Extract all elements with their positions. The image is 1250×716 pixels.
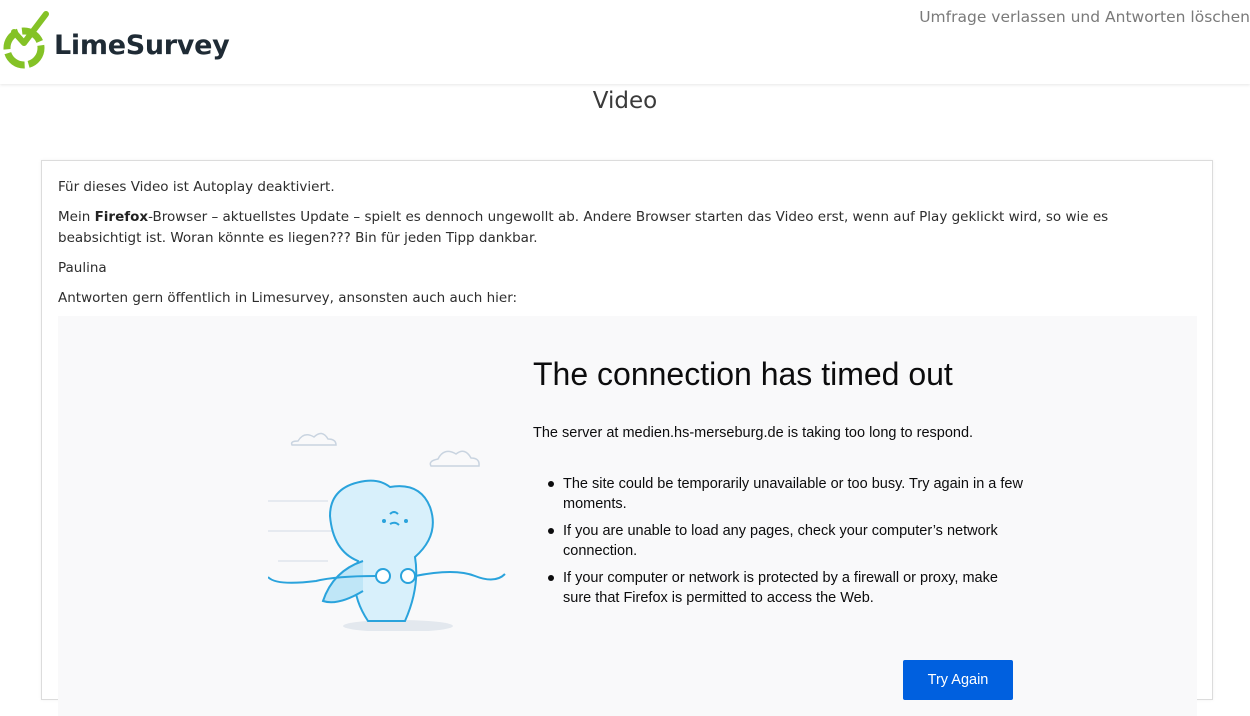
question-line-firefox-prefix: Mein [58, 209, 95, 225]
group-title: Video [592, 88, 658, 114]
question-container: Für dieses Video ist Autoplay deaktivier… [41, 160, 1213, 716]
firefox-bold: Firefox [94, 209, 149, 225]
limesurvey-logo[interactable]: LimeSurvey [2, 10, 230, 72]
cloud-icon [290, 432, 480, 467]
error-suggestions-list: The site could be temporarily unavailabl… [548, 474, 1028, 615]
question-line-firefox-rest: -Browser – aktuellstes Update – spielt e… [58, 209, 1109, 246]
error-title: The connection has timed out [533, 356, 953, 392]
embedded-video-frame[interactable]: The connection has timed out The server … [58, 316, 1197, 716]
logo-text: LimeSurvey [54, 29, 230, 61]
sad-dinosaur-illustration [268, 432, 506, 631]
list-item: The site could be temporarily unavailabl… [548, 474, 1028, 514]
question-line-firefox: Mein Firefox-Browser – aktuellstes Updat… [58, 207, 1188, 249]
question-line-autoplay: Für dieses Video ist Autoplay deaktivier… [58, 179, 335, 195]
exit-and-clear-link[interactable]: Umfrage verlassen und Antworten löschen [919, 8, 1250, 26]
question-line-signature: Paulina [58, 260, 107, 276]
limesurvey-logo-icon [3, 11, 49, 69]
error-description: The server at medien.hs-merseburg.de is … [533, 425, 974, 441]
try-again-button[interactable]: Try Again [903, 660, 1013, 700]
question-text: Für dieses Video ist Autoplay deaktivier… [58, 177, 1188, 318]
question-line-reply: Antworten gern öffentlich in Limesurvey,… [58, 290, 518, 306]
site-header: LimeSurvey Umfrage verlassen und Antwort… [0, 0, 1250, 84]
list-item: If your computer or network is protected… [548, 568, 1028, 608]
list-item: If you are unable to load any pages, che… [548, 521, 1028, 561]
